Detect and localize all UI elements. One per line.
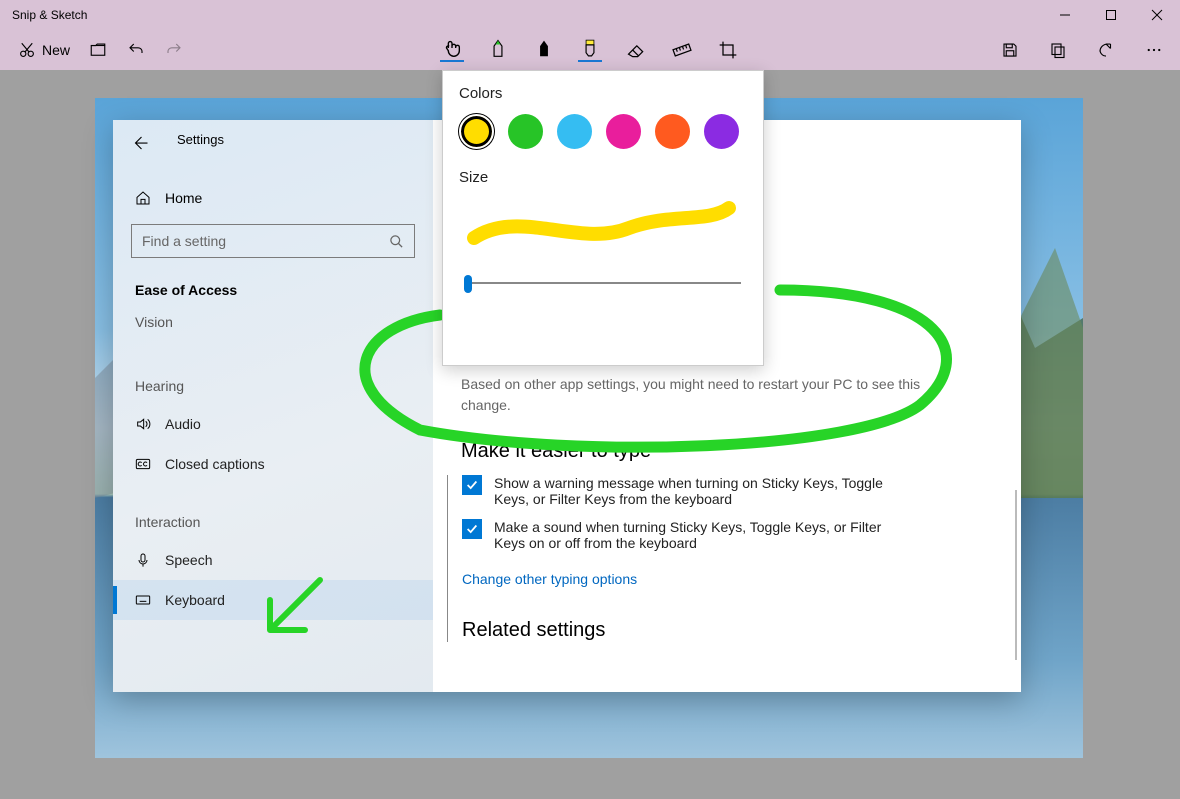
search-input[interactable]: Find a setting [131, 224, 415, 258]
crop-tool[interactable] [716, 38, 740, 62]
highlighter-popup: Colors Size [442, 70, 764, 366]
more-button[interactable] [1138, 34, 1170, 66]
audio-icon [135, 416, 151, 432]
swatch-blue[interactable] [557, 114, 592, 149]
subcat-hearing[interactable]: Hearing [113, 368, 433, 404]
eraser-tool[interactable] [624, 38, 648, 62]
snip-icon [18, 41, 36, 59]
app-title: Snip & Sketch [0, 8, 87, 22]
search-placeholder: Find a setting [142, 233, 226, 249]
change-typing-link[interactable]: Change other typing options [462, 571, 637, 587]
toolbar: New [0, 30, 1180, 70]
check-warning[interactable]: Show a warning message when turning on S… [462, 475, 993, 507]
ruler-tool[interactable] [670, 38, 694, 62]
pencil-tool[interactable] [532, 38, 556, 62]
settings-sidebar: Settings Home Find a setting Ease of Acc… [113, 120, 433, 692]
stroke-preview [459, 198, 747, 253]
swatch-orange[interactable] [655, 114, 690, 149]
home-label: Home [165, 190, 202, 206]
check-sound[interactable]: Make a sound when turning Sticky Keys, T… [462, 519, 993, 551]
swatch-purple[interactable] [704, 114, 739, 149]
open-button[interactable] [82, 34, 114, 66]
nav-keyboard[interactable]: Keyboard [113, 580, 433, 620]
cc-icon [135, 456, 151, 472]
swatch-pink[interactable] [606, 114, 641, 149]
touch-writing-tool[interactable] [440, 38, 464, 62]
swatch-green[interactable] [508, 114, 543, 149]
scrollbar[interactable] [1015, 490, 1017, 660]
subcat-vision[interactable]: Vision [113, 304, 433, 340]
heading-related: Related settings [462, 619, 993, 642]
swatch-yellow[interactable] [459, 114, 494, 149]
colors-label: Colors [459, 85, 747, 102]
home-icon [135, 190, 151, 206]
checkbox-icon [462, 475, 482, 495]
new-snip-button[interactable]: New [12, 34, 76, 66]
nav-speech[interactable]: Speech [113, 540, 433, 580]
checkbox-icon [462, 519, 482, 539]
minimize-button[interactable] [1042, 0, 1088, 30]
nav-closed-captions[interactable]: Closed captions [113, 444, 433, 484]
copy-button[interactable] [1042, 34, 1074, 66]
home-nav[interactable]: Home [135, 190, 433, 206]
category-label: Ease of Access [113, 276, 433, 304]
close-button[interactable] [1134, 0, 1180, 30]
heading-easier-type: Make it easier to type [461, 440, 993, 463]
subcat-interaction[interactable]: Interaction [113, 504, 433, 540]
save-button[interactable] [994, 34, 1026, 66]
mic-icon [135, 552, 151, 568]
share-button[interactable] [1090, 34, 1122, 66]
size-label: Size [459, 169, 747, 186]
back-button[interactable] [131, 134, 149, 157]
highlighter-tool[interactable] [578, 38, 602, 62]
settings-title: Settings [177, 132, 224, 147]
redo-button[interactable] [158, 34, 190, 66]
titlebar: Snip & Sketch [0, 0, 1180, 30]
search-icon [389, 234, 404, 249]
slider-track [465, 282, 741, 284]
new-label: New [42, 42, 70, 58]
restart-hint: Based on other app settings, you might n… [461, 374, 961, 416]
keyboard-icon [135, 592, 151, 608]
undo-button[interactable] [120, 34, 152, 66]
nav-audio[interactable]: Audio [113, 404, 433, 444]
size-slider[interactable] [459, 273, 747, 293]
slider-thumb[interactable] [464, 275, 472, 293]
maximize-button[interactable] [1088, 0, 1134, 30]
color-swatches [459, 114, 747, 149]
ballpoint-pen-tool[interactable] [486, 38, 510, 62]
